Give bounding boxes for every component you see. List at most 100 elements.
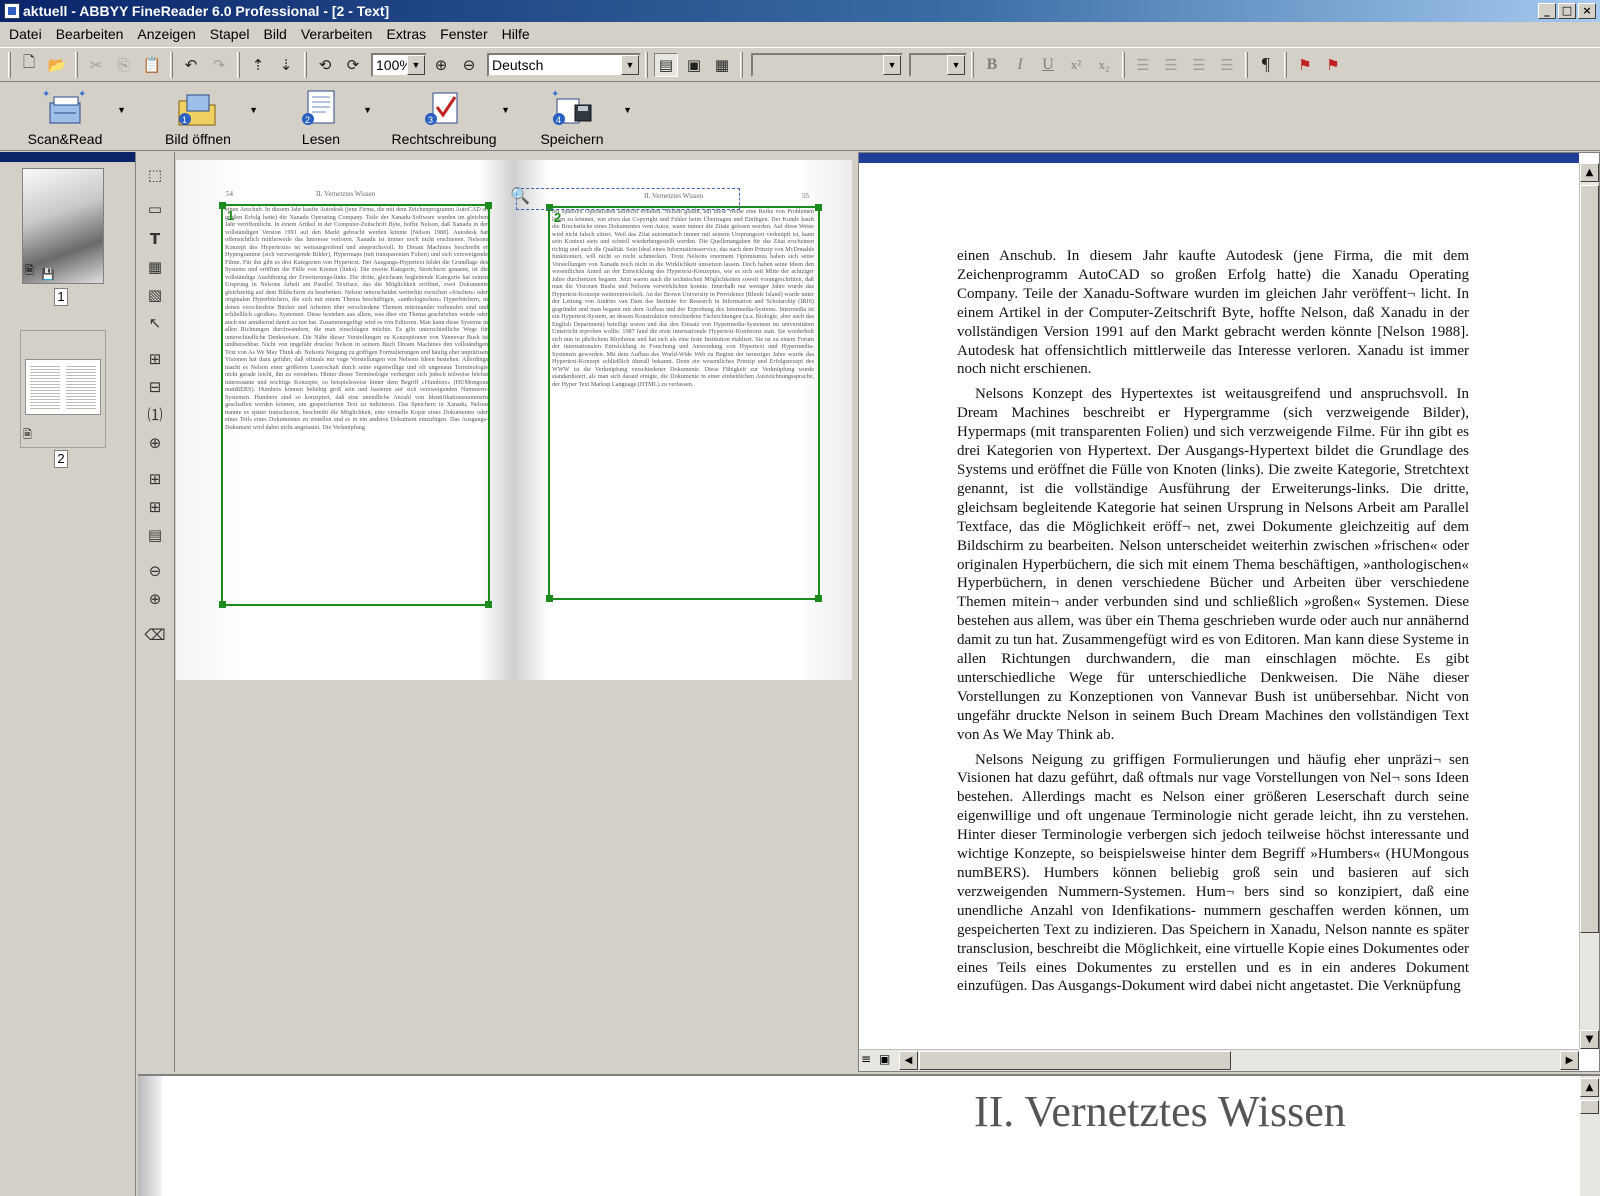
add-area-icon[interactable]: ⊞	[144, 348, 166, 370]
recognized-paragraph-2[interactable]: Nelsons Konzept des Hypertextes ist weit…	[957, 385, 1469, 744]
zoom-out-icon[interactable]: ⊖	[144, 560, 166, 582]
zoom-select[interactable]: 100% ▼	[371, 52, 427, 77]
menu-hilfe[interactable]: Hilfe	[495, 26, 537, 42]
text-pane[interactable]: einen Anschub. In diesem Jahr kaufte Aut…	[858, 152, 1600, 1072]
next-uncertain-icon[interactable]: ⚑	[1321, 53, 1345, 77]
cut-area-icon[interactable]: ⊟	[144, 376, 166, 398]
bold-button[interactable]: B	[980, 53, 1004, 77]
align-justify-icon[interactable]: ☰	[1215, 53, 1239, 77]
toolbar-grip[interactable]	[8, 51, 11, 78]
scroll-left-icon[interactable]: ◀	[899, 1051, 918, 1070]
spellcheck-dropdown-icon[interactable]: ▼	[501, 105, 510, 115]
text-horizontal-scrollbar[interactable]: ≡ ▣ ◀ ▶	[859, 1049, 1579, 1071]
table-insert-column-icon[interactable]: ⊞	[144, 496, 166, 518]
resize-handle[interactable]	[219, 202, 226, 209]
open-folder-icon[interactable]: 📂	[45, 53, 69, 77]
superscript-button[interactable]: x²	[1064, 53, 1088, 77]
scan-read-button[interactable]: ✦ ✦ Scan&Read ▼	[0, 83, 130, 147]
page-view-icon[interactable]: ▣	[879, 1052, 890, 1066]
thumbnail-page-2[interactable]: 🗎	[20, 330, 106, 448]
scan-read-dropdown-icon[interactable]: ▼	[117, 105, 126, 115]
order-areas-icon[interactable]: ⑴	[144, 404, 166, 426]
eraser-icon[interactable]: ⌫	[144, 624, 166, 646]
scroll-thumb[interactable]	[1580, 1100, 1599, 1114]
selection-marquee[interactable]	[516, 188, 740, 210]
scroll-up-icon[interactable]: ▲	[1580, 163, 1599, 182]
horizontal-scroll-thumb[interactable]	[919, 1051, 1231, 1070]
resize-handle[interactable]	[485, 202, 492, 209]
resize-handle[interactable]	[219, 601, 226, 608]
menu-bearbeiten[interactable]: Bearbeiten	[49, 26, 131, 42]
read-button[interactable]: 2 Lesen ▼	[266, 83, 376, 147]
thumbnail-page-1[interactable]: 🗎 💾	[22, 168, 104, 284]
target-icon[interactable]: ⊕	[144, 432, 166, 454]
next-page-icon[interactable]: ⇣	[274, 53, 298, 77]
recognition-area-icon[interactable]: ▭	[144, 198, 166, 220]
rotate-right-icon[interactable]: ⟳	[341, 53, 365, 77]
pointer-icon[interactable]: ↖	[144, 312, 166, 334]
font-size-select[interactable]: ▼	[909, 52, 967, 77]
resize-handle[interactable]	[485, 601, 492, 608]
chevron-down-icon[interactable]: ▼	[947, 54, 965, 75]
italic-button[interactable]: I	[1008, 53, 1032, 77]
cut-icon[interactable]: ✂	[84, 53, 108, 77]
previous-uncertain-icon[interactable]: ⚑	[1293, 53, 1317, 77]
chevron-down-icon[interactable]: ▼	[407, 54, 425, 75]
rotate-left-icon[interactable]: ⟲	[313, 53, 337, 77]
scroll-right-icon[interactable]: ▶	[1560, 1051, 1579, 1070]
scroll-thumb[interactable]	[1580, 185, 1599, 933]
align-right-icon[interactable]: ☰	[1187, 53, 1211, 77]
open-image-button[interactable]: 1 Bild öffnen ▼	[130, 83, 266, 147]
chevron-down-icon[interactable]: ▼	[883, 54, 901, 75]
recognized-paragraph-3[interactable]: Nelsons Neigung zu griffigen Formulierun…	[957, 751, 1469, 997]
image-view-icon[interactable]: ▣	[682, 53, 706, 77]
menu-stapel[interactable]: Stapel	[203, 26, 257, 42]
app-icon[interactable]	[4, 3, 20, 19]
open-image-dropdown-icon[interactable]: ▼	[249, 105, 258, 115]
resize-handle[interactable]	[815, 204, 822, 211]
text-area-icon[interactable]: T	[144, 228, 166, 250]
chevron-down-icon[interactable]: ▼	[621, 54, 639, 75]
zoom-in-icon[interactable]: ⊕	[144, 588, 166, 610]
picture-area-icon[interactable]: ▧	[144, 284, 166, 306]
spellcheck-button[interactable]: 3 Rechtschreibung ▼	[376, 83, 512, 147]
text-block-1[interactable]: 1	[219, 202, 492, 608]
normal-view-icon[interactable]: ≡	[861, 1052, 871, 1066]
save-button[interactable]: ✦ 4 Speichern ▼	[512, 83, 632, 147]
recognized-text[interactable]: einen Anschub. In diesem Jahr kaufte Aut…	[957, 247, 1469, 1002]
table-insert-row-icon[interactable]: ⊞	[144, 468, 166, 490]
menu-anzeigen[interactable]: Anzeigen	[130, 26, 202, 42]
read-dropdown-icon[interactable]: ▼	[363, 105, 372, 115]
align-left-icon[interactable]: ☰	[1131, 53, 1155, 77]
scanned-spread[interactable]: 54 II. Vernetztes Wissen II. Vernetztes …	[176, 160, 852, 680]
recognized-paragraph-1[interactable]: einen Anschub. In diesem Jahr kaufte Aut…	[957, 247, 1469, 379]
undo-icon[interactable]: ↶	[179, 53, 203, 77]
image-text-view-icon[interactable]: ▤	[654, 52, 678, 77]
menu-fenster[interactable]: Fenster	[433, 26, 494, 42]
save-dropdown-icon[interactable]: ▼	[623, 105, 632, 115]
table-merge-icon[interactable]: ▤	[144, 524, 166, 546]
resize-handle[interactable]	[546, 595, 553, 602]
scroll-down-icon[interactable]: ▼	[1580, 1030, 1599, 1049]
zoom-vertical-scrollbar[interactable]: ▲	[1580, 1076, 1600, 1196]
zoom-out-icon[interactable]: ⊖	[457, 53, 481, 77]
language-select[interactable]: Deutsch ▼	[487, 52, 641, 77]
paste-icon[interactable]: 📋	[140, 53, 164, 77]
menu-bild[interactable]: Bild	[257, 26, 294, 42]
menu-datei[interactable]: Datei	[2, 26, 49, 42]
restore-button[interactable]: □	[1558, 3, 1576, 19]
previous-page-icon[interactable]: ⇡	[246, 53, 270, 77]
subscript-button[interactable]: x₂	[1092, 53, 1116, 77]
zoom-pane[interactable]: II. Vernetztes Wissen ▲	[138, 1074, 1600, 1196]
menu-verarbeiten[interactable]: Verarbeiten	[294, 26, 380, 42]
minimize-button[interactable]: _	[1538, 3, 1556, 19]
text-vertical-scrollbar[interactable]: ▲ ▼	[1579, 163, 1599, 1049]
resize-handle[interactable]	[815, 595, 822, 602]
new-document-icon[interactable]: 🗋	[17, 53, 41, 77]
text-view-icon[interactable]: ▦	[710, 53, 734, 77]
redo-icon[interactable]: ↷	[207, 53, 231, 77]
show-formatting-button[interactable]: ¶	[1254, 53, 1278, 77]
close-button[interactable]: ×	[1578, 3, 1596, 19]
table-area-icon[interactable]: ▦	[144, 256, 166, 278]
align-center-icon[interactable]: ☰	[1159, 53, 1183, 77]
